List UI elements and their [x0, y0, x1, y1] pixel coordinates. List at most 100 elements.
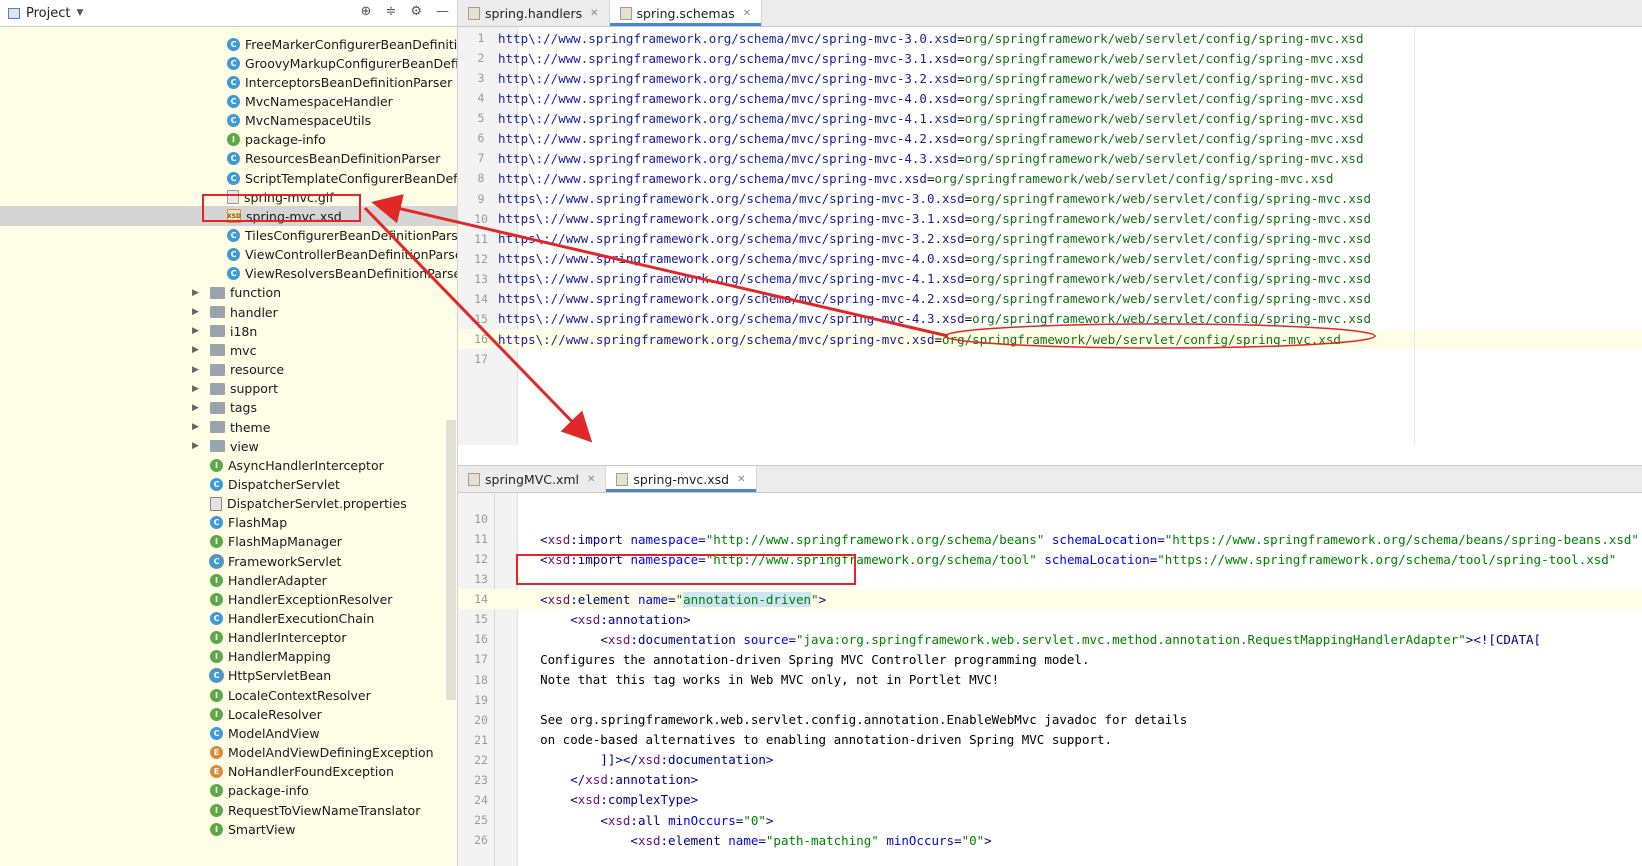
minimize-icon[interactable]: — [436, 4, 449, 19]
code-line: 16 https\://www.springframework.org/schem… [458, 329, 1642, 350]
tree-item[interactable]: I SmartView [0, 819, 457, 839]
tree-item[interactable]: ▶ theme [0, 417, 457, 437]
tree-item[interactable]: I AsyncHandlerInterceptor [0, 455, 457, 475]
top-code-area[interactable]: 1 http\://www.springframework.org/schema/… [458, 27, 1642, 445]
tree-item[interactable]: ▶ support [0, 379, 457, 399]
collapse-all-icon[interactable]: ≑ [385, 4, 396, 19]
equals-sign: = [926, 170, 935, 186]
tree-item[interactable]: Ipackage-info [0, 781, 457, 801]
tree-item[interactable]: ▶ resource [0, 360, 457, 380]
code-token: < [540, 531, 548, 547]
tree-item[interactable]: Ipackage-info [0, 130, 457, 150]
tab-spring-handlers[interactable]: spring.handlers ✕ [458, 0, 610, 26]
equals-sign: = [964, 271, 973, 287]
tree-item-label: ViewControllerBeanDefinitionParser [245, 247, 458, 263]
tree-item[interactable]: E ModelAndViewDefiningException [0, 743, 457, 763]
tree-item[interactable]: I LocaleContextResolver [0, 685, 457, 705]
code-token: > [765, 812, 774, 828]
tree-item[interactable]: I HandlerExceptionResolver [0, 589, 457, 609]
tree-item-label: InterceptorsBeanDefinitionParser [245, 74, 453, 90]
tree-item-label: MvcNamespaceHandler [245, 93, 393, 109]
code-token: :annotation> [600, 611, 691, 627]
expand-arrow-icon[interactable]: ▶ [192, 326, 199, 336]
tree-item[interactable]: I RequestToViewNameTranslator [0, 800, 457, 820]
close-icon[interactable]: ✕ [737, 474, 745, 485]
tree-item[interactable]: I HandlerAdapter [0, 570, 457, 590]
tree-item-label: FrameworkServlet [228, 553, 342, 569]
folder-icon [210, 382, 225, 395]
code-token: schemaLocation [1044, 551, 1150, 567]
tree-item-label: MvcNamespaceUtils [245, 113, 372, 129]
code-token: schemaLocation [1051, 531, 1158, 547]
close-icon[interactable]: ✕ [590, 8, 598, 19]
tree-item[interactable]: ▶ i18n [0, 321, 457, 341]
tree-item-label: FreeMarkerConfigurerBeanDefinitio [245, 36, 458, 52]
tab-label: springMVC.xml [485, 471, 580, 487]
tree-item-label: ResourcesBeanDefinitionParser [245, 151, 441, 167]
expand-arrow-icon[interactable]: ▶ [192, 403, 199, 413]
tab-springMVC-xml[interactable]: springMVC.xml ✕ [458, 466, 607, 492]
tree-item[interactable]: I FlashMapManager [0, 532, 457, 552]
tree-item[interactable]: C ModelAndView [0, 723, 457, 743]
project-view-selector[interactable]: Project ▼ [8, 6, 83, 21]
line-number: 12 [474, 552, 488, 567]
interface-icon: I [210, 688, 223, 702]
tree-item[interactable]: ▶ tags [0, 398, 457, 418]
expand-arrow-icon[interactable]: ▶ [192, 288, 199, 298]
tree-item-label: GroovyMarkupConfigurerBeanDefini [245, 55, 458, 71]
tree-item[interactable]: C HttpServletBean [0, 666, 457, 686]
bottom-code-area[interactable]: 10 11 <xsd:import namespace="http://www.s… [458, 493, 1642, 866]
folder-icon [210, 401, 225, 414]
tree-item[interactable]: C HandlerExecutionChain [0, 609, 457, 629]
class-icon: C [227, 75, 240, 89]
close-icon[interactable]: ✕ [743, 8, 751, 19]
tree-item[interactable]: C InterceptorsBeanDefinitionParser [0, 72, 457, 92]
schema-value: org/springframework/web/servlet/config/s… [972, 191, 1371, 207]
tab-spring-mvc-xsd[interactable]: spring-mvc.xsd ✕ [606, 466, 757, 492]
tree-item[interactable]: C MvcNamespaceHandler [0, 91, 457, 111]
tree-item[interactable]: I HandlerMapping [0, 647, 457, 667]
equals-sign: = [934, 331, 943, 347]
tree-item[interactable]: C FlashMap [0, 513, 457, 533]
tree-item[interactable]: C ViewResolversBeanDefinitionParser [0, 264, 457, 284]
tab-spring-schemas[interactable]: spring.schemas ✕ [609, 0, 763, 26]
tree-item-label: DispatcherServlet.properties [227, 496, 407, 512]
tree-item[interactable]: DispatcherServlet.properties [0, 494, 457, 514]
tree-item[interactable]: ▶ mvc [0, 340, 457, 360]
tree-item[interactable]: ▶ view [0, 436, 457, 456]
folder-icon [210, 286, 225, 299]
code-token: < [570, 611, 578, 627]
code-line: 25 <xsd:all minOccurs="0"> [458, 810, 1642, 830]
tree-item[interactable]: I HandlerInterceptor [0, 628, 457, 648]
code-token: xsd [577, 611, 601, 627]
line-number: 13 [474, 572, 488, 587]
project-scrollbar[interactable] [446, 420, 456, 700]
locate-icon[interactable]: ⊕ [361, 4, 372, 19]
tree-item[interactable]: C FreeMarkerConfigurerBeanDefinitio [0, 34, 458, 54]
close-icon[interactable]: ✕ [587, 474, 595, 485]
code-token: "0" [961, 832, 985, 848]
expand-arrow-icon[interactable]: ▶ [192, 441, 199, 451]
tree-item[interactable]: E NoHandlerFoundException [0, 762, 457, 782]
expand-arrow-icon[interactable]: ▶ [192, 345, 199, 355]
code-line: 22 ]]></xsd:documentation> [458, 750, 1642, 770]
tree-item[interactable]: I LocaleResolver [0, 704, 457, 724]
tree-item[interactable]: C GroovyMarkupConfigurerBeanDefini [0, 53, 458, 73]
gear-icon[interactable]: ⚙ [410, 4, 422, 19]
tree-item[interactable]: C DispatcherServlet [0, 474, 457, 494]
tree-item[interactable]: C ViewControllerBeanDefinitionParser [0, 245, 458, 265]
tree-item[interactable]: C TilesConfigurerBeanDefinitionParse [0, 226, 457, 246]
tree-item[interactable]: C FrameworkServlet [0, 551, 457, 571]
code-token: Configures the annotation-driven Spring … [510, 651, 1090, 667]
code-line: 17 [458, 349, 1642, 369]
expand-arrow-icon[interactable]: ▶ [192, 422, 199, 432]
tree-item[interactable]: C ScriptTemplateConfigurerBeanDefini [0, 168, 457, 188]
expand-arrow-icon[interactable]: ▶ [192, 307, 199, 317]
tree-item[interactable]: C MvcNamespaceUtils [0, 111, 457, 131]
expand-arrow-icon[interactable]: ▶ [192, 384, 199, 394]
tree-item[interactable]: ▶ handler [0, 302, 457, 322]
tree-item[interactable]: ▶ function [0, 283, 457, 303]
expand-arrow-icon[interactable]: ▶ [192, 365, 199, 375]
schema-key: https\://www.springframework.org/schema/… [498, 271, 965, 287]
tree-item[interactable]: C ResourcesBeanDefinitionParser [0, 149, 457, 169]
